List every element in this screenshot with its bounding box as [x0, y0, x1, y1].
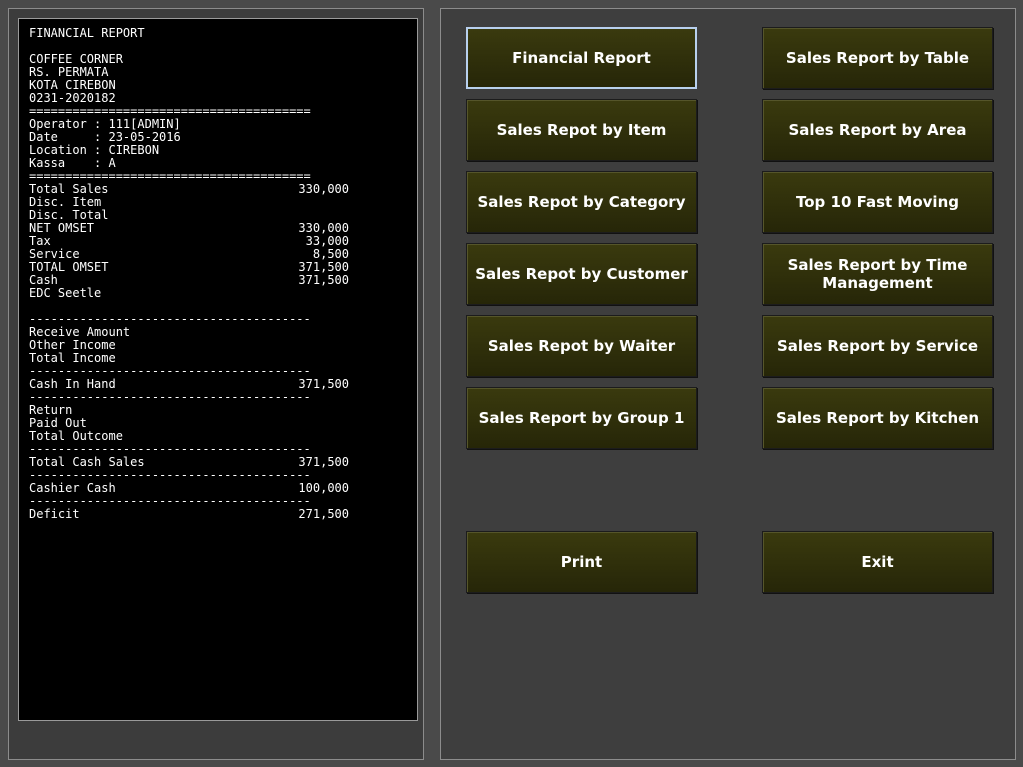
print-button[interactable]: Print	[466, 531, 697, 593]
sales-report-by-area-button[interactable]: Sales Report by Area	[762, 99, 993, 161]
sales-report-by-time-management-button[interactable]: Sales Report by Time Management	[762, 243, 993, 305]
top-10-fast-moving-button[interactable]: Top 10 Fast Moving	[762, 171, 993, 233]
exit-button[interactable]: Exit	[762, 531, 993, 593]
sales-report-by-table-button[interactable]: Sales Report by Table	[762, 27, 993, 89]
sales-report-by-item-button[interactable]: Sales Repot by Item	[466, 99, 697, 161]
receipt-title: FINANCIAL REPORT	[29, 26, 145, 40]
sales-report-by-category-button[interactable]: Sales Repot by Category	[466, 171, 697, 233]
sales-report-by-waiter-button[interactable]: Sales Repot by Waiter	[466, 315, 697, 377]
row-edc-seetle: EDC Seetle	[29, 286, 102, 300]
sales-report-by-customer-button[interactable]: Sales Repot by Customer	[466, 243, 697, 305]
row-net-omset: NET OMSET 330,000	[29, 221, 349, 235]
report-preview-panel: FINANCIAL REPORT COFFEE CORNER RS. PERMA…	[8, 8, 424, 760]
receipt-preview: FINANCIAL REPORT COFFEE CORNER RS. PERMA…	[18, 18, 418, 721]
report-menu-panel: Financial Report Sales Report by Table S…	[440, 8, 1016, 760]
sales-report-by-kitchen-button[interactable]: Sales Report by Kitchen	[762, 387, 993, 449]
sales-report-by-service-button[interactable]: Sales Report by Service	[762, 315, 993, 377]
financial-report-button[interactable]: Financial Report	[466, 27, 697, 89]
row-deficit: Deficit 271,500	[29, 507, 349, 521]
button-label-line1: Sales Report by Time	[787, 256, 968, 274]
sales-report-by-group-1-button[interactable]: Sales Report by Group 1	[466, 387, 697, 449]
button-label-line2: Management	[822, 274, 933, 292]
single-rule: ---------------------------------------	[29, 390, 311, 404]
